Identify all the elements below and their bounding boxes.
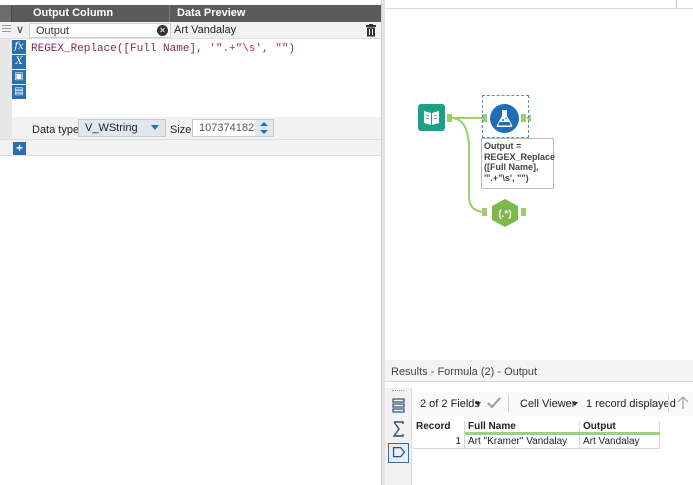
editor-gutter: [0, 39, 12, 139]
expression-suffix: ): [288, 43, 296, 55]
size-label: Size:: [170, 124, 195, 136]
data-type-label: Data type:: [32, 124, 83, 136]
results-cell-full-name[interactable]: Art "Kramer" Vandalay: [465, 435, 580, 449]
metadata-view-icon[interactable]: [388, 419, 409, 439]
expression-prefix: REGEX_Replace([Full Name],: [31, 43, 210, 55]
formula-tool-icon[interactable]: [490, 104, 519, 133]
clear-icon[interactable]: ✕: [157, 25, 168, 36]
stepper-down-icon[interactable]: [260, 130, 268, 134]
toolbar-separator: [508, 394, 509, 412]
results-cell-output[interactable]: Art Vandalay: [580, 435, 660, 449]
function-toolbar: fx X ▣ ▤: [12, 40, 27, 104]
cell-viewer-button[interactable]: Cell Viewer: [520, 398, 575, 410]
functions-icon[interactable]: fx: [12, 40, 26, 54]
grid-header: Output Column Data Preview: [0, 5, 381, 22]
add-field-row: +: [0, 139, 381, 156]
results-title: Results - Formula (2) - Output: [391, 366, 538, 378]
columns-variables-icon[interactable]: X: [12, 55, 26, 69]
add-expression-button[interactable]: +: [13, 142, 26, 155]
grid-header-corner: [0, 5, 12, 22]
toolbar-separator: [668, 394, 669, 412]
dropdown-arrow-icon: [151, 125, 159, 130]
viewer-caret-icon[interactable]: [572, 402, 578, 406]
save-expression-icon[interactable]: ▤: [12, 85, 26, 99]
data-type-select[interactable]: V_WString: [78, 119, 166, 137]
drag-handle-icon[interactable]: [2, 25, 11, 36]
open-expression-icon[interactable]: ▣: [12, 70, 26, 84]
regex-tool-icon[interactable]: (.*): [490, 198, 520, 228]
column-header-preview[interactable]: Data Preview: [171, 5, 381, 22]
results-header-record[interactable]: Record: [413, 421, 465, 434]
expression-string-pattern: '".+"\s': [209, 43, 263, 55]
data-preview-value: Art Vandalay: [174, 24, 237, 36]
fields-caret-icon[interactable]: [475, 402, 481, 406]
scroll-up-icon[interactable]: [677, 396, 689, 413]
input-data-tool-icon[interactable]: [418, 104, 445, 131]
table-view-icon[interactable]: [388, 396, 409, 416]
column-header-output[interactable]: Output Column: [27, 5, 170, 22]
expression-row[interactable]: ∨ ✕ Art Vandalay: [0, 22, 381, 39]
svg-text:(.*): (.*): [498, 209, 511, 220]
data-type-value: V_WString: [85, 122, 138, 134]
trash-icon[interactable]: [365, 24, 377, 37]
formula-config-panel: Output Column Data Preview ∨ ✕ Art Vanda…: [0, 0, 381, 485]
output-column-input[interactable]: [29, 23, 171, 38]
records-count: 1 record displayed: [586, 398, 676, 410]
size-stepper[interactable]: [255, 120, 273, 136]
tool-annotation: Output = REGEX_Replace ([Full Name], '".…: [481, 138, 555, 189]
expression-text[interactable]: REGEX_Replace([Full Name], '".+"\s', ""): [31, 43, 295, 55]
stepper-up-icon[interactable]: [260, 122, 268, 126]
chevron-down-icon[interactable]: ∨: [13, 23, 27, 38]
formula-tool-window: { "grid": { "columns": ["Output Column",…: [0, 0, 693, 485]
data-view-icon[interactable]: [388, 443, 409, 463]
check-icon[interactable]: [487, 397, 501, 412]
results-grip-icon[interactable]: [392, 390, 404, 392]
results-cell-record[interactable]: 1: [413, 435, 465, 449]
expression-separator: ,: [262, 43, 276, 55]
fields-selector[interactable]: 2 of 2 Fields: [420, 398, 480, 410]
expression-string-replacement: "": [275, 43, 289, 55]
